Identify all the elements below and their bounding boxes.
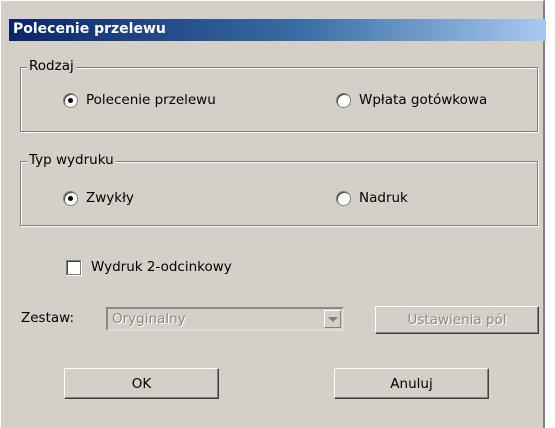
zestaw-select[interactable]: Oryginalny [106, 307, 344, 331]
title-bar[interactable]: Polecenie przelewu [9, 19, 546, 41]
chevron-down-icon[interactable] [324, 310, 341, 328]
zestaw-label: Zestaw: [21, 310, 75, 326]
button-label: OK [131, 375, 152, 392]
radio-wplata-gotowkowa[interactable]: Wpłata gotówkowa [336, 92, 487, 108]
radio-label: Polecenie przelewu [86, 92, 216, 108]
typ-wydruku-group: Typ wydruku Zwykły Nadruk [20, 152, 538, 226]
ok-button[interactable]: OK [64, 368, 219, 399]
rodzaj-legend: Rodzaj [27, 58, 76, 74]
checkbox-label: Wydruk 2-odcinkowy [91, 259, 232, 275]
window-title: Polecenie przelewu [13, 21, 166, 37]
checkbox-icon [66, 259, 81, 275]
dialog-window: Polecenie przelewu Rodzaj Polecenie prze… [0, 0, 546, 428]
wydruk-2-odcinkowy-checkbox[interactable]: Wydruk 2-odcinkowy [66, 259, 232, 275]
zestaw-value: Oryginalny [112, 311, 186, 327]
radio-nadruk[interactable]: Nadruk [336, 190, 408, 206]
ustawienia-pol-button[interactable]: Ustawienia pól [375, 306, 539, 334]
typ-wydruku-legend: Typ wydruku [27, 152, 116, 168]
radio-label: Zwykły [86, 190, 134, 206]
radio-polecenie-przelewu[interactable]: Polecenie przelewu [63, 92, 216, 108]
button-label: Anuluj [390, 375, 433, 392]
radio-selected-icon [63, 190, 78, 206]
cancel-button[interactable]: Anuluj [334, 368, 489, 399]
radio-selected-icon [63, 92, 78, 108]
radio-empty-icon [336, 190, 351, 206]
radio-label: Nadruk [359, 190, 408, 206]
radio-empty-icon [336, 92, 351, 108]
radio-zwykly[interactable]: Zwykły [63, 190, 134, 206]
button-label: Ustawienia pól [407, 312, 507, 328]
radio-label: Wpłata gotówkowa [359, 92, 488, 108]
rodzaj-group: Rodzaj Polecenie przelewu Wpłata gotówko… [20, 58, 538, 132]
